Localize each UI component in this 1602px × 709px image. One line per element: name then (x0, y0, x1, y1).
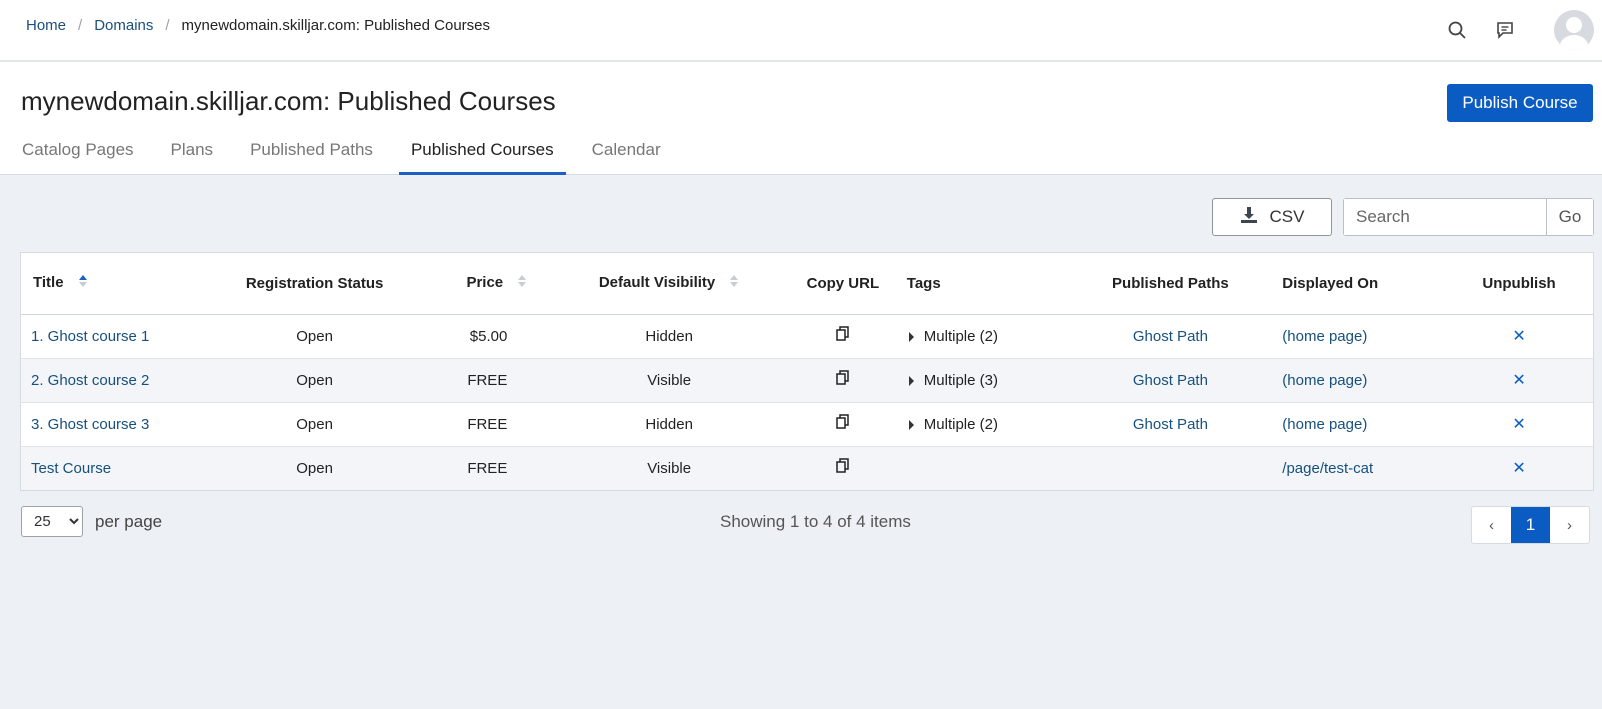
price: FREE (400, 358, 556, 403)
course-title-link[interactable]: 2. Ghost course 2 (31, 372, 149, 389)
tab-published-paths[interactable]: Published Paths (250, 136, 373, 175)
table-row: 2. Ghost course 2 Open FREE Visible Mult… (21, 358, 1593, 403)
pagination: ‹ 1 › (1471, 506, 1590, 544)
download-icon (1240, 206, 1258, 229)
page-button-current[interactable]: 1 (1511, 507, 1550, 543)
displayed-on-link[interactable]: (home page) (1282, 372, 1367, 389)
sort-ascending-icon (78, 274, 88, 292)
unpublish-icon[interactable]: ✕ (1512, 372, 1525, 389)
price: FREE (400, 402, 556, 447)
registration-status: Open (228, 358, 401, 403)
column-header-published-paths: Published Paths (1080, 253, 1261, 315)
per-page-label: per page (95, 511, 163, 531)
expand-tags-icon[interactable] (908, 331, 914, 342)
avatar[interactable] (1554, 10, 1594, 50)
price: $5.00 (400, 314, 556, 359)
previous-page-button[interactable]: ‹ (1472, 507, 1511, 543)
courses-table: Title Registration Status Price Default … (20, 252, 1594, 491)
displayed-on-link[interactable]: (home page) (1282, 328, 1367, 345)
table-row: 3. Ghost course 3 Open FREE Hidden Multi… (21, 402, 1593, 447)
course-title-link[interactable]: 1. Ghost course 1 (31, 328, 149, 345)
visibility: Visible (555, 358, 783, 403)
chat-icon[interactable] (1494, 19, 1516, 41)
column-header-title[interactable]: Title (21, 253, 229, 315)
copy-icon[interactable] (836, 458, 850, 478)
tab-bar: Catalog Pages Plans Published Paths Publ… (0, 136, 661, 175)
page-title: mynewdomain.skilljar.com: Published Cour… (21, 86, 556, 116)
unpublish-icon[interactable]: ✕ (1512, 328, 1525, 345)
registration-status: Open (228, 402, 401, 447)
tags-summary[interactable]: Multiple (2) (924, 328, 998, 345)
copy-icon[interactable] (836, 414, 850, 434)
registration-status: Open (228, 446, 401, 490)
sort-icon (729, 274, 739, 292)
registration-status: Open (228, 314, 401, 359)
copy-icon[interactable] (836, 370, 850, 390)
copy-icon[interactable] (836, 326, 850, 346)
column-header-displayed-on: Displayed On (1260, 253, 1446, 315)
column-header-default-visibility[interactable]: Default Visibility (555, 253, 783, 315)
column-header-tags: Tags (902, 253, 1081, 315)
unpublish-icon[interactable]: ✕ (1512, 416, 1525, 433)
tab-published-courses[interactable]: Published Courses (398, 136, 566, 175)
next-page-button[interactable]: › (1550, 507, 1589, 543)
table-row: 1. Ghost course 1 Open $5.00 Hidden Mult… (21, 314, 1593, 359)
expand-tags-icon[interactable] (908, 375, 914, 386)
table-header-row: Title Registration Status Price Default … (21, 253, 1593, 315)
sort-icon (517, 274, 527, 292)
tags-summary[interactable]: Multiple (3) (924, 372, 998, 389)
tab-calendar[interactable]: Calendar (592, 136, 661, 175)
visibility: Hidden (555, 314, 783, 359)
breadcrumb-separator: / (165, 17, 170, 34)
published-path-link[interactable]: Ghost Path (1133, 372, 1208, 389)
column-header-copy-url: Copy URL (782, 253, 903, 315)
breadcrumb-home[interactable]: Home (26, 17, 66, 34)
per-page-select[interactable]: 25 (21, 506, 83, 537)
pagination-summary: Showing 1 to 4 of 4 items (720, 512, 911, 531)
tags-summary[interactable]: Multiple (2) (924, 416, 998, 433)
per-page-control: 25 per page (21, 506, 162, 537)
published-path-link[interactable]: Ghost Path (1133, 328, 1208, 345)
visibility: Visible (555, 446, 783, 490)
course-title-link[interactable]: 3. Ghost course 3 (31, 416, 149, 433)
column-header-price[interactable]: Price (400, 253, 556, 315)
publish-course-button[interactable]: Publish Course (1447, 84, 1593, 122)
expand-tags-icon[interactable] (908, 419, 914, 430)
table-row: Test Course Open FREE Visible /page/test… (21, 446, 1593, 490)
price: FREE (400, 446, 556, 490)
published-path-link (1080, 446, 1261, 490)
tab-plans[interactable]: Plans (171, 136, 214, 175)
column-header-unpublish: Unpublish (1445, 253, 1593, 315)
csv-label: CSV (1269, 207, 1305, 226)
unpublish-icon[interactable]: ✕ (1512, 460, 1525, 477)
course-title-link[interactable]: Test Course (31, 460, 111, 477)
breadcrumb-current: mynewdomain.skilljar.com: Published Cour… (181, 17, 491, 34)
top-bar: Home / Domains / mynewdomain.skilljar.co… (0, 0, 1602, 62)
breadcrumb: Home / Domains / mynewdomain.skilljar.co… (26, 17, 490, 34)
tags-summary (902, 446, 1081, 490)
go-button[interactable]: Go (1547, 199, 1593, 235)
search-icon[interactable] (1446, 19, 1468, 41)
search-input[interactable] (1344, 199, 1547, 235)
column-header-registration-status: Registration Status (228, 253, 401, 315)
page-header: mynewdomain.skilljar.com: Published Cour… (0, 62, 1602, 175)
visibility: Hidden (555, 402, 783, 447)
csv-download-button[interactable]: CSV (1212, 198, 1332, 236)
displayed-on-link[interactable]: /page/test-cat (1282, 460, 1373, 477)
tab-catalog-pages[interactable]: Catalog Pages (22, 136, 134, 175)
displayed-on-link[interactable]: (home page) (1282, 416, 1367, 433)
breadcrumb-domains[interactable]: Domains (94, 17, 153, 34)
search-box: Go (1343, 198, 1594, 236)
breadcrumb-separator: / (78, 17, 83, 34)
published-path-link[interactable]: Ghost Path (1133, 416, 1208, 433)
